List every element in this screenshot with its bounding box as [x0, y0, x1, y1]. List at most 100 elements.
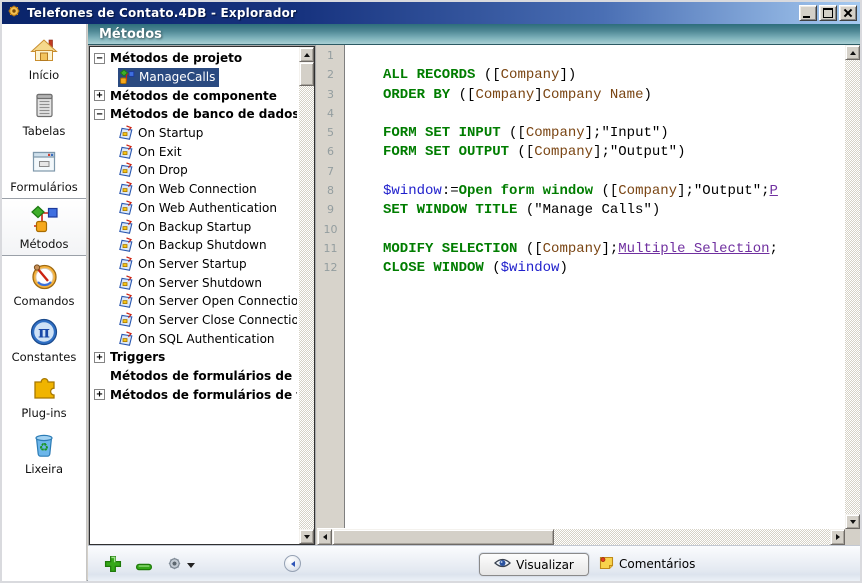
expand-icon[interactable]: +: [94, 352, 105, 363]
editor-vertical-scrollbar[interactable]: [845, 45, 860, 529]
scroll-right-button[interactable]: [830, 529, 845, 545]
scrollbar-thumb[interactable]: [332, 529, 554, 545]
line-number: 5: [317, 124, 344, 143]
scroll-left-button[interactable]: [317, 529, 332, 545]
db-method-icon: [118, 125, 134, 141]
collapse-panel-button[interactable]: [284, 555, 301, 572]
tree-item-on-backup-shutdown[interactable]: On Backup Shutdown: [92, 236, 297, 255]
sidebar-item-tabelas[interactable]: Tabelas: [2, 86, 86, 142]
sidebar-item-formularios[interactable]: Formulários: [2, 142, 86, 198]
code-line-5: FORM SET INPUT ([Company];"Input"): [345, 124, 845, 143]
tree-item-on-startup[interactable]: On Startup: [92, 124, 297, 143]
tree-method-label: On Exit: [138, 145, 182, 159]
tree-item-content: On Backup Shutdown: [118, 237, 267, 253]
maximize-button[interactable]: [819, 5, 837, 21]
code-token-pln: ): [660, 125, 668, 141]
tree-item-on-server-startup[interactable]: On Server Startup: [92, 255, 297, 274]
tree-category-label: Métodos de projeto: [110, 51, 242, 65]
code-area[interactable]: ALL RECORDS ([Company])ORDER BY ([Compan…: [345, 45, 845, 528]
code-token-pln: ): [677, 144, 685, 160]
sidebar: InícioTabelasFormuláriosMétodosComandosπ…: [2, 24, 87, 581]
sidebar-item-plug-ins[interactable]: Plug-ins: [2, 368, 86, 424]
delete-method-button[interactable]: [135, 558, 153, 577]
code-token-pln: ([: [475, 67, 500, 83]
tree-item-managecalls[interactable]: ManageCalls: [92, 68, 297, 87]
tree-item-content: On Web Authentication: [118, 200, 277, 216]
visualizar-button[interactable]: Visualizar: [479, 553, 589, 576]
tree-item-on-drop[interactable]: On Drop: [92, 161, 297, 180]
tree-method-label: On Startup: [138, 126, 203, 140]
collapse-icon[interactable]: −: [94, 53, 105, 64]
actions-menu-button[interactable]: [166, 555, 195, 576]
expand-icon[interactable]: +: [94, 90, 105, 101]
code-line-9: SET WINDOW TITLE ("Manage Calls"): [345, 201, 845, 220]
tree-item-on-server-open-connection[interactable]: On Server Open Connection: [92, 292, 297, 311]
tree-item-on-web-authentication[interactable]: On Web Authentication: [92, 199, 297, 218]
tree-item-on-web-connection[interactable]: On Web Connection: [92, 180, 297, 199]
db-method-icon: [118, 237, 134, 253]
collapse-icon[interactable]: −: [94, 109, 105, 120]
tree-category-label: Métodos de banco de dados: [110, 107, 297, 121]
minimize-button[interactable]: [799, 5, 817, 21]
code-line-8: $window:=Open form window ([Company];"Ou…: [345, 182, 845, 201]
commands-icon: [28, 260, 60, 292]
sidebar-item-lixeira[interactable]: ♻Lixeira: [2, 424, 86, 480]
tree-item-metodos-de-formularios-de-tabela[interactable]: +Métodos de formulários de tabela: [92, 385, 297, 404]
db-method-icon: [118, 293, 134, 309]
code-line-3: ORDER BY ([Company]Company Name): [345, 86, 845, 105]
sidebar-item-label: Lixeira: [25, 462, 63, 476]
scrollbar-thumb[interactable]: [299, 62, 314, 86]
page-title: Métodos: [99, 27, 162, 42]
tree-item-on-server-shutdown[interactable]: On Server Shutdown: [92, 273, 297, 292]
tree-item-metodos-de-formularios-de-projeto[interactable]: Métodos de formulários de projeto: [92, 367, 297, 386]
code-token-cmd: MODIFY SELECTION: [383, 241, 517, 257]
tables-icon: [28, 90, 60, 122]
code-token-pln: (: [517, 202, 534, 218]
sidebar-item-metodos[interactable]: Métodos: [2, 198, 86, 256]
comentarios-control[interactable]: Comentários: [599, 555, 695, 573]
scroll-up-button[interactable]: [845, 45, 860, 60]
close-button[interactable]: [839, 5, 857, 21]
code-token-tbl: Company: [534, 144, 593, 160]
sidebar-item-comandos[interactable]: Comandos: [2, 256, 86, 312]
code-token-pln: ): [643, 87, 651, 103]
tree-item-metodos-de-projeto[interactable]: −Métodos de projeto: [92, 49, 297, 68]
scroll-up-button[interactable]: [299, 47, 314, 62]
eye-icon: [494, 557, 511, 569]
code-token-tbl: Company: [526, 125, 585, 141]
add-method-button[interactable]: [104, 555, 122, 577]
sidebar-item-constantes[interactable]: πConstantes: [2, 312, 86, 368]
methods-tree-panel: −Métodos de projetoManageCalls+Métodos d…: [89, 46, 315, 545]
line-number: 3: [317, 86, 344, 105]
code-token-pln: ([: [509, 144, 534, 160]
tree-item-on-backup-startup[interactable]: On Backup Startup: [92, 217, 297, 236]
expand-icon[interactable]: +: [94, 389, 105, 400]
tree-item-content: On Drop: [118, 162, 188, 178]
scroll-down-button[interactable]: [299, 529, 314, 544]
selected-tree-item: ManageCalls: [118, 68, 219, 87]
code-editor[interactable]: 123456789101112 ALL RECORDS ([Company])O…: [317, 45, 860, 545]
window-controls: [799, 5, 860, 21]
line-number: 2: [317, 66, 344, 85]
arrow-up-icon: [850, 51, 856, 55]
tree-item-metodos-de-componente[interactable]: +Métodos de componente: [92, 86, 297, 105]
svg-text:π: π: [38, 323, 50, 342]
comentarios-label: Comentários: [619, 557, 695, 571]
sidebar-item-inicio[interactable]: Início: [2, 30, 86, 86]
tree-item-on-sql-authentication[interactable]: On SQL Authentication: [92, 329, 297, 348]
title-bar[interactable]: Telefones de Contato.4DB - Explorador: [2, 2, 860, 24]
db-method-icon: [118, 256, 134, 272]
code-line-1: [345, 47, 845, 66]
db-method-icon: [118, 181, 134, 197]
tree-item-metodos-de-banco-de-dados[interactable]: −Métodos de banco de dados: [92, 105, 297, 124]
scroll-down-button[interactable]: [845, 514, 860, 529]
editor-horizontal-scrollbar[interactable]: [317, 529, 845, 545]
code-line-4: [345, 105, 845, 124]
tree-item-on-exit[interactable]: On Exit: [92, 142, 297, 161]
tree-item-triggers[interactable]: +Triggers: [92, 348, 297, 367]
code-token-pln: ];: [677, 183, 694, 199]
tree-item-on-server-close-connection[interactable]: On Server Close Connection: [92, 311, 297, 330]
code-line-12: CLOSE WINDOW ($window): [345, 259, 845, 278]
line-number: 4: [317, 105, 344, 124]
tree-vertical-scrollbar[interactable]: [299, 47, 314, 544]
